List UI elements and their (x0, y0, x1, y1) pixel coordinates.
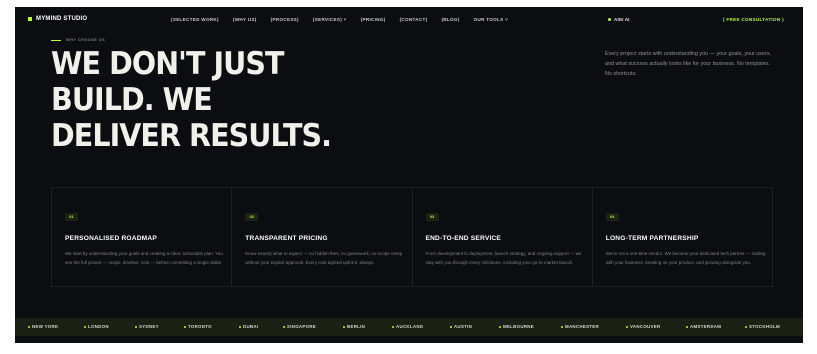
nav-link-process[interactable]: (PROCESS) (271, 17, 299, 22)
card-title: END-TO-END SERVICE (425, 235, 502, 242)
feature-card: 01 PERSONALISED ROADMAP We start by unde… (51, 187, 233, 287)
brand-logo[interactable]: MYMIND STUDIO (28, 16, 87, 22)
card-number-badge: 03 (425, 213, 439, 221)
nav-links: (SELECTED WORK) (WHY US) (PROCESS) (SERV… (171, 17, 508, 22)
ask-ai-button[interactable]: ASK AI (608, 17, 629, 22)
bullet-dot-icon (28, 325, 30, 328)
feature-cards: 01 PERSONALISED ROADMAP We start by unde… (51, 187, 773, 287)
brand-name: MYMIND STUDIO (36, 16, 88, 22)
hero-headline: WE DON'T JUST BUILD. WE DELIVER RESULTS. (51, 46, 332, 154)
bullet-dot-icon (184, 325, 186, 328)
feature-card: 02 TRANSPARENT PRICING Know exactly what… (231, 187, 413, 287)
city-name: NEW YORK (32, 324, 59, 329)
city-item: DUBAI (239, 324, 258, 329)
card-number-badge: 01 (65, 213, 78, 221)
eyebrow-text: WHY CHOOSE US (66, 38, 106, 42)
brand-square-icon (28, 17, 32, 21)
city-name: LONDON (88, 324, 109, 329)
nav-link-selected-work[interactable]: (SELECTED WORK) (171, 17, 219, 22)
city-item: MELBOURNE (499, 324, 534, 329)
city-item: STOCKHOLM (745, 324, 780, 329)
card-description: We're not a one-time vendor. We become y… (605, 251, 766, 265)
city-item: SINGAPORE (283, 324, 316, 329)
feature-card: 04 LONG-TERM PARTNERSHIP We're not a one… (591, 187, 773, 287)
bullet-dot-icon (686, 325, 688, 328)
top-nav: MYMIND STUDIO (SELECTED WORK) (WHY US) (… (15, 7, 803, 33)
city-name: AUSTIN (454, 324, 473, 329)
eyebrow-line (51, 39, 61, 41)
city-name: MELBOURNE (503, 324, 534, 329)
city-name: DUBAI (243, 324, 259, 329)
feature-card: 03 END-TO-END SERVICE From development t… (411, 187, 593, 287)
bullet-dot-icon (561, 325, 563, 328)
bullet-dot-icon (283, 325, 285, 328)
nav-link-why-us[interactable]: (WHY US) (233, 17, 257, 22)
section-eyebrow: WHY CHOOSE US (51, 38, 105, 42)
city-item: LONDON (84, 324, 109, 329)
city-item: AMSTERDAM (686, 324, 721, 329)
headline-line: WE DON'T JUST (51, 46, 285, 82)
bullet-dot-icon (745, 325, 747, 328)
city-name: STOCKHOLM (749, 324, 780, 329)
nav-link-services[interactable]: (SERVICES) ˅ (313, 17, 347, 22)
city-item: AUCKLAND (392, 324, 423, 329)
card-title: LONG-TERM PARTNERSHIP (605, 235, 699, 242)
bullet-dot-icon (84, 325, 86, 328)
bullet-dot-icon (450, 325, 452, 328)
city-name: SYDNEY (139, 324, 159, 329)
card-title: TRANSPARENT PRICING (245, 235, 328, 242)
free-consultation-button[interactable]: ( FREE CONSULTATION ) (723, 17, 784, 22)
status-dot-icon (608, 18, 611, 21)
ask-ai-label: ASK AI (614, 17, 630, 22)
nav-link-pricing[interactable]: (PRICING) (361, 17, 386, 22)
bullet-dot-icon (499, 325, 501, 328)
bullet-dot-icon (239, 325, 241, 328)
city-item: SYDNEY (135, 324, 159, 329)
card-description: Know exactly what to expect — no hidden … (245, 251, 403, 265)
city-name: TORONTO (188, 324, 212, 329)
headline-line: BUILD. WE (51, 82, 213, 118)
card-description: We start by understanding your goals and… (65, 251, 223, 265)
city-name: VANCOUVER (630, 324, 661, 329)
bullet-dot-icon (343, 325, 345, 328)
bullet-dot-icon (626, 325, 628, 328)
card-number-badge: 02 (245, 213, 259, 221)
headline-line: DELIVER RESULTS. (51, 118, 332, 154)
card-number-badge: 04 (605, 213, 619, 221)
city-name: AUCKLAND (396, 324, 424, 329)
bullet-dot-icon (135, 325, 137, 328)
card-description: From development to deployment, launch s… (425, 251, 582, 265)
page-frame: MYMIND STUDIO (SELECTED WORK) (WHY US) (… (15, 7, 803, 343)
city-item: MANCHESTER (561, 324, 599, 329)
city-ticker: NEW YORK LONDON SYDNEY TORONTO DUBAI SIN… (15, 318, 803, 336)
city-item: TORONTO (184, 324, 212, 329)
card-title: PERSONALISED ROADMAP (65, 235, 157, 242)
city-item: BERLIN (343, 324, 365, 329)
city-item: AUSTIN (450, 324, 472, 329)
city-name: MANCHESTER (565, 324, 599, 329)
bullet-dot-icon (392, 325, 394, 328)
city-name: AMSTERDAM (690, 324, 722, 329)
city-item: NEW YORK (28, 324, 58, 329)
nav-link-contact[interactable]: (CONTACT) (400, 17, 428, 22)
hero-intro: Every project starts with understanding … (605, 51, 771, 78)
city-item: VANCOUVER (626, 324, 660, 329)
nav-link-our-tools[interactable]: OUR TOOLS ˅ (474, 17, 508, 22)
nav-link-blog[interactable]: (BLOG) (441, 17, 459, 22)
city-name: BERLIN (347, 324, 366, 329)
city-name: SINGAPORE (287, 324, 317, 329)
